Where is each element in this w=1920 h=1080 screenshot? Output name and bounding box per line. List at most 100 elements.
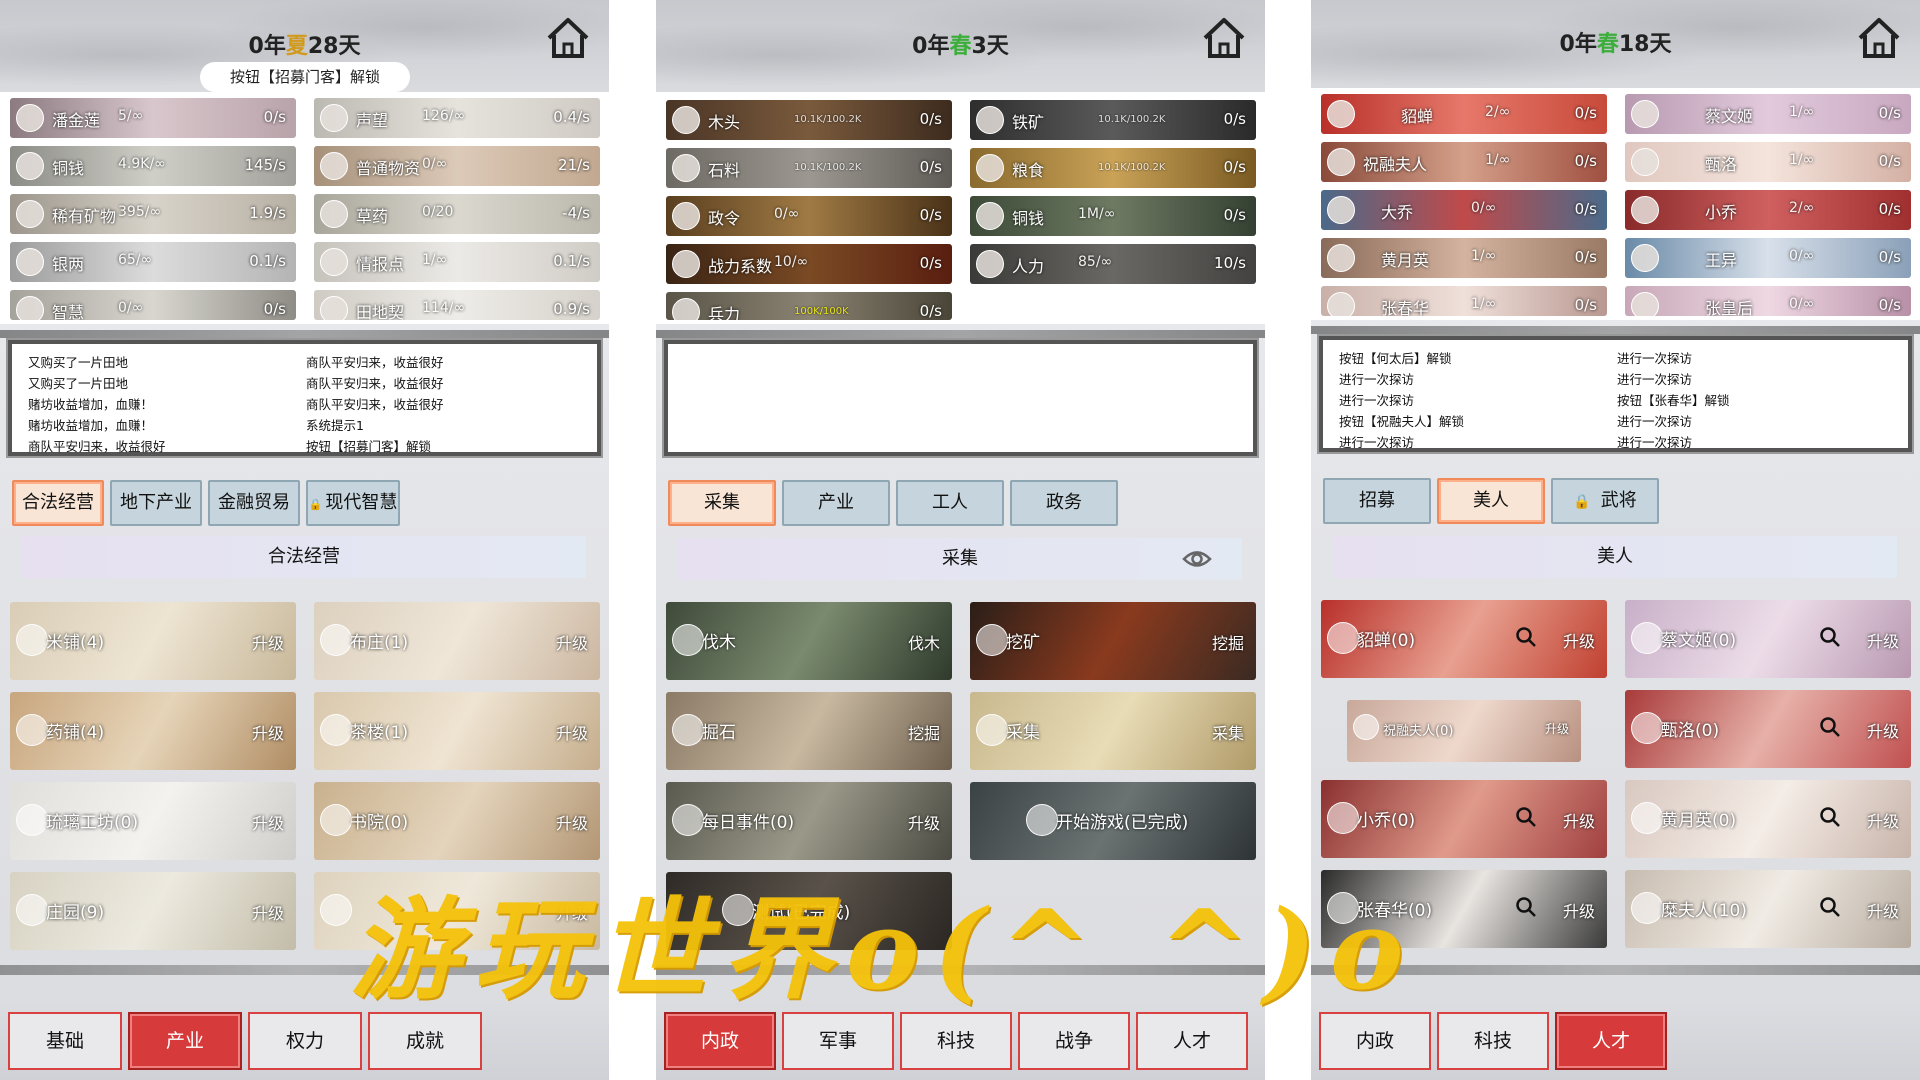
nav-technology[interactable]: 科技 xyxy=(900,1012,1012,1070)
gather-card[interactable]: 掘石 挖掘 xyxy=(666,692,952,770)
resource-item[interactable]: 兵力 100K/100K 0/s xyxy=(666,292,952,320)
beauty-card[interactable]: 糜夫人(10) 升级 xyxy=(1625,870,1911,948)
resource-item[interactable]: 政令 0/∞ 0/s xyxy=(666,196,952,236)
resource-item[interactable]: 潘金莲 5/∞ 0/s xyxy=(10,98,296,138)
resource-item[interactable]: 稀有矿物 395/∞ 1.9/s xyxy=(10,194,296,234)
gather-card[interactable]: 采集 采集 xyxy=(970,692,1256,770)
divider xyxy=(656,330,1265,338)
nav-war[interactable]: 战争 xyxy=(1018,1012,1130,1070)
search-icon[interactable] xyxy=(1819,896,1841,918)
tab-legal-business[interactable]: 合法经营 xyxy=(12,480,104,526)
home-icon[interactable] xyxy=(1856,16,1902,60)
beauty-item[interactable]: 蔡文姬 1/∞ 0/s xyxy=(1625,94,1911,134)
tab-generals[interactable]: 🔒 武将 xyxy=(1551,478,1659,524)
search-icon[interactable] xyxy=(1819,716,1841,738)
beauty-item[interactable]: 张春华 1/∞ 0/s xyxy=(1321,286,1607,316)
divider xyxy=(1311,326,1920,334)
nav-talent[interactable]: 人才 xyxy=(1555,1012,1667,1070)
nav-technology[interactable]: 科技 xyxy=(1437,1012,1549,1070)
event-log: 按钮【何太后】解锁 进行一次探访 进行一次探访 按钮【祝融夫人】解锁 进行一次探访 进行… xyxy=(1319,336,1912,452)
log-column-right: 商队平安归来，收益很好 商队平安归来，收益很好 商队平安归来，收益很好 系统提示1 按钮… xyxy=(306,355,444,454)
nav-achievements[interactable]: 成就 xyxy=(368,1012,482,1070)
resource-item[interactable]: 铁矿 10.1K/100.2K 0/s xyxy=(970,100,1256,140)
tab-affairs[interactable]: 政务 xyxy=(1010,480,1118,526)
event-log xyxy=(664,340,1257,456)
resource-item[interactable]: 声望 126/∞ 0.4/s xyxy=(314,98,600,138)
resource-item[interactable]: 石料 10.1K/100.2K 0/s xyxy=(666,148,952,188)
beauty-card[interactable]: 黄月英(0) 升级 xyxy=(1625,780,1911,858)
building-card[interactable]: 茶楼(1) 升级 xyxy=(314,692,600,770)
tab-finance-trade[interactable]: 金融贸易 xyxy=(208,480,300,526)
search-icon[interactable] xyxy=(1515,626,1537,648)
event-log: 又购买了一片田地 又购买了一片田地 赌坊收益增加，血赚！ 赌坊收益增加，血赚！ 商队平安… xyxy=(8,340,601,456)
log-column-left: 按钮【何太后】解锁 进行一次探访 进行一次探访 按钮【祝融夫人】解锁 进行一次探访 xyxy=(1339,351,1465,450)
event-card[interactable]: 开始游戏(已完成) xyxy=(970,782,1256,860)
lock-icon: 🔒 xyxy=(308,498,323,511)
search-icon[interactable] xyxy=(1819,626,1841,648)
beauty-item[interactable]: 小乔 2/∞ 0/s xyxy=(1625,190,1911,230)
tab-industry[interactable]: 产业 xyxy=(782,480,890,526)
nav-talent[interactable]: 人才 xyxy=(1136,1012,1248,1070)
beauty-item[interactable]: 大乔 0/∞ 0/s xyxy=(1321,190,1607,230)
search-icon[interactable] xyxy=(1515,896,1537,918)
section-header: 采集 xyxy=(678,538,1242,580)
resource-item[interactable]: 粮食 10.1K/100.2K 0/s xyxy=(970,148,1256,188)
gather-card[interactable]: 挖矿 挖掘 xyxy=(970,602,1256,680)
nav-domestic[interactable]: 内政 xyxy=(664,1012,776,1070)
nav-military[interactable]: 军事 xyxy=(782,1012,894,1070)
event-card[interactable]: 每日事件(0) 升级 xyxy=(666,782,952,860)
beauty-item[interactable]: 王异 0/∞ 0/s xyxy=(1625,238,1911,278)
beauty-card[interactable]: 貂蝉(0) 升级 xyxy=(1321,600,1607,678)
beauty-item[interactable]: 张皇后 0/∞ 0/s xyxy=(1625,286,1911,316)
season-label: 春 xyxy=(949,34,972,59)
nav-domestic[interactable]: 内政 xyxy=(1319,1012,1431,1070)
gather-card[interactable]: 伐木 伐木 xyxy=(666,602,952,680)
beauty-card[interactable]: 甄洛(0) 升级 xyxy=(1625,690,1911,768)
eye-icon[interactable] xyxy=(1182,548,1212,570)
divider xyxy=(0,330,609,338)
tab-workers[interactable]: 工人 xyxy=(896,480,1004,526)
building-card[interactable]: 布庄(1) 升级 xyxy=(314,602,600,680)
beauty-card[interactable]: 祝融夫人(0) 升级 xyxy=(1347,700,1581,762)
resource-item[interactable]: 铜钱 4.9K/∞ 145/s xyxy=(10,146,296,186)
search-icon[interactable] xyxy=(1819,806,1841,828)
beauty-item[interactable]: 黄月英 1/∞ 0/s xyxy=(1321,238,1607,278)
beauty-card[interactable]: 小乔(0) 升级 xyxy=(1321,780,1607,858)
watermark-text: 游玩世界o(^ ^)o xyxy=(350,885,1418,1014)
resource-item[interactable]: 木头 10.1K/100.2K 0/s xyxy=(666,100,952,140)
tab-underground[interactable]: 地下产业 xyxy=(110,480,202,526)
log-column-left: 又购买了一片田地 又购买了一片田地 赌坊收益增加，血赚！ 赌坊收益增加，血赚！ 商队平安… xyxy=(28,355,166,454)
resource-item[interactable]: 田地契 114/∞ 0.9/s xyxy=(314,290,600,320)
building-card[interactable]: 药铺(4) 升级 xyxy=(10,692,296,770)
building-card[interactable]: 庄园(9) 升级 xyxy=(10,872,296,950)
resource-item[interactable]: 普通物资 0/∞ 21/s xyxy=(314,146,600,186)
building-card[interactable]: 书院(0) 升级 xyxy=(314,782,600,860)
resource-item[interactable]: 草药 0/20 -4/s xyxy=(314,194,600,234)
tab-beauties[interactable]: 美人 xyxy=(1437,478,1545,524)
nav-industry[interactable]: 产业 xyxy=(128,1012,242,1070)
beauty-card[interactable]: 蔡文姬(0) 升级 xyxy=(1625,600,1911,678)
game-date: 0年春18天 xyxy=(1559,32,1672,57)
resource-item[interactable]: 银两 65/∞ 0.1/s xyxy=(10,242,296,282)
beauty-item[interactable]: 貂蝉 2/∞ 0/s xyxy=(1321,94,1607,134)
building-card[interactable]: 琉璃工坊(0) 升级 xyxy=(10,782,296,860)
tab-modern-wisdom[interactable]: 🔒 现代智慧 xyxy=(306,480,400,526)
season-label: 春 xyxy=(1596,32,1619,57)
tab-gather[interactable]: 采集 xyxy=(668,480,776,526)
home-icon[interactable] xyxy=(1201,16,1247,60)
building-card[interactable]: 米铺(4) 升级 xyxy=(10,602,296,680)
resource-item[interactable]: 智慧 0/∞ 0/s xyxy=(10,290,296,320)
app-stage: 0年夏28天 按钮【招募门客】解锁 潘金莲 5/∞ 0/s 声望 126/∞ 0.4/s… xyxy=(0,0,1920,1080)
tab-recruit[interactable]: 招募 xyxy=(1323,478,1431,524)
resource-grid: 潘金莲 5/∞ 0/s 声望 126/∞ 0.4/s 铜钱 4.9K/∞ 145/s 普通物… xyxy=(0,92,609,324)
beauty-item[interactable]: 祝融夫人 1/∞ 0/s xyxy=(1321,142,1607,182)
resource-item[interactable]: 战力系数 10/∞ 0/s xyxy=(666,244,952,284)
home-icon[interactable] xyxy=(545,16,591,60)
resource-item[interactable]: 铜钱 1M/∞ 0/s xyxy=(970,196,1256,236)
nav-basic[interactable]: 基础 xyxy=(8,1012,122,1070)
nav-power[interactable]: 权力 xyxy=(248,1012,362,1070)
resource-item[interactable]: 人力 85/∞ 10/s xyxy=(970,244,1256,284)
search-icon[interactable] xyxy=(1515,806,1537,828)
beauty-item[interactable]: 甄洛 1/∞ 0/s xyxy=(1625,142,1911,182)
resource-item[interactable]: 情报点 1/∞ 0.1/s xyxy=(314,242,600,282)
